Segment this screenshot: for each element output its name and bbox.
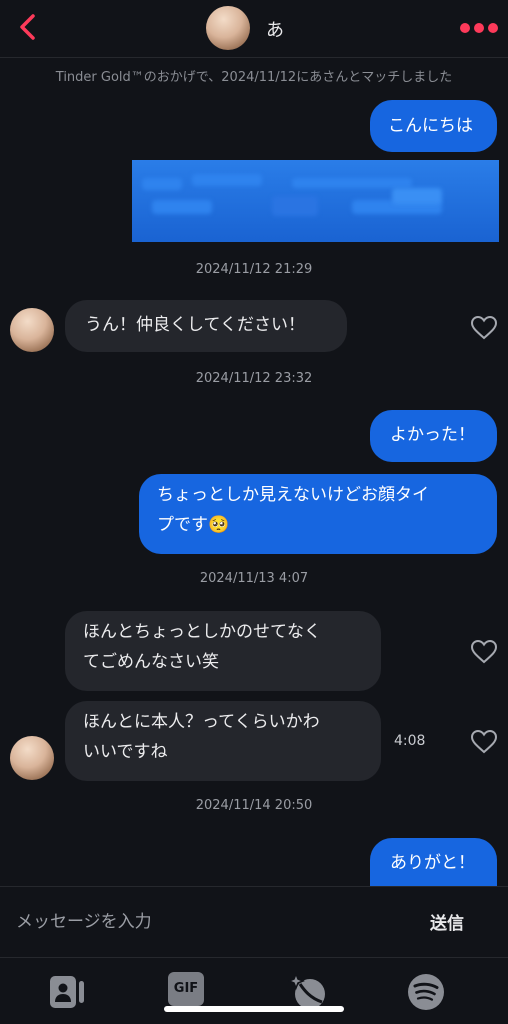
contact-avatar[interactable] [206, 6, 250, 50]
message-incoming[interactable]: ほんとに本人？ってくらいかわ いいですね [65, 701, 381, 781]
message-line: ほんとに本人？ってくらいかわ [83, 712, 320, 732]
contact-avatar-small[interactable] [10, 736, 54, 780]
send-button[interactable]: 送信 [430, 909, 464, 934]
like-message-button[interactable] [470, 729, 498, 755]
contact-card-button[interactable] [48, 972, 88, 1012]
chevron-left-icon [20, 14, 35, 40]
message-outgoing[interactable]: ちょっとしか見えないけどお顔タイ プです🥺 [139, 474, 497, 554]
spotify-button[interactable] [406, 972, 446, 1012]
message-input[interactable] [16, 907, 396, 937]
timestamp: 2024/11/12 21:29 [195, 262, 313, 277]
heart-outline-icon [470, 315, 498, 340]
back-button[interactable] [14, 12, 44, 42]
contact-avatar-small[interactable] [10, 308, 54, 352]
like-message-button[interactable] [470, 639, 498, 665]
composer-toolbar: GIF [0, 958, 508, 1024]
message-line: いいですね [83, 742, 168, 762]
message-line: てごめんなさい笑 [83, 652, 219, 672]
spotify-icon [408, 974, 444, 1010]
message-composer: 送信 [0, 886, 508, 958]
more-dots-icon [460, 23, 498, 33]
message-time: 4:08 [394, 733, 426, 749]
message-line: プです🥺 [157, 515, 230, 535]
home-indicator[interactable] [164, 1006, 344, 1012]
gif-button[interactable]: GIF [168, 972, 204, 1006]
more-options-button[interactable] [458, 18, 500, 38]
timestamp: 2024/11/14 20:50 [195, 798, 313, 813]
message-outgoing[interactable]: ありがと！ [370, 838, 497, 886]
gif-icon: GIF [173, 981, 199, 996]
message-incoming[interactable]: うん！仲良くしてください！ [65, 300, 347, 352]
message-line: ほんとちょっとしかのせてなく [83, 622, 321, 642]
blurred-message [132, 160, 499, 242]
match-notice: Tinder Gold™のおかげで、2024/11/12にあさんとマッチしました [55, 70, 453, 85]
message-incoming[interactable]: ほんとちょっとしかのせてなく てごめんなさい笑 [65, 611, 381, 691]
timestamp: 2024/11/13 4:07 [199, 571, 309, 586]
like-message-button[interactable] [470, 315, 498, 341]
contact-card-icon [50, 976, 84, 1008]
heart-outline-icon [470, 729, 498, 754]
message-outgoing[interactable]: こんにちは [370, 100, 497, 152]
heart-outline-icon [470, 639, 498, 664]
message-outgoing[interactable]: よかった！ [370, 410, 497, 462]
contact-name[interactable]: あ [266, 16, 284, 42]
timestamp: 2024/11/12 23:32 [195, 371, 313, 386]
chat-header: あ [0, 0, 508, 58]
message-line: ちょっとしか見えないけどお顔タイ [157, 485, 429, 505]
